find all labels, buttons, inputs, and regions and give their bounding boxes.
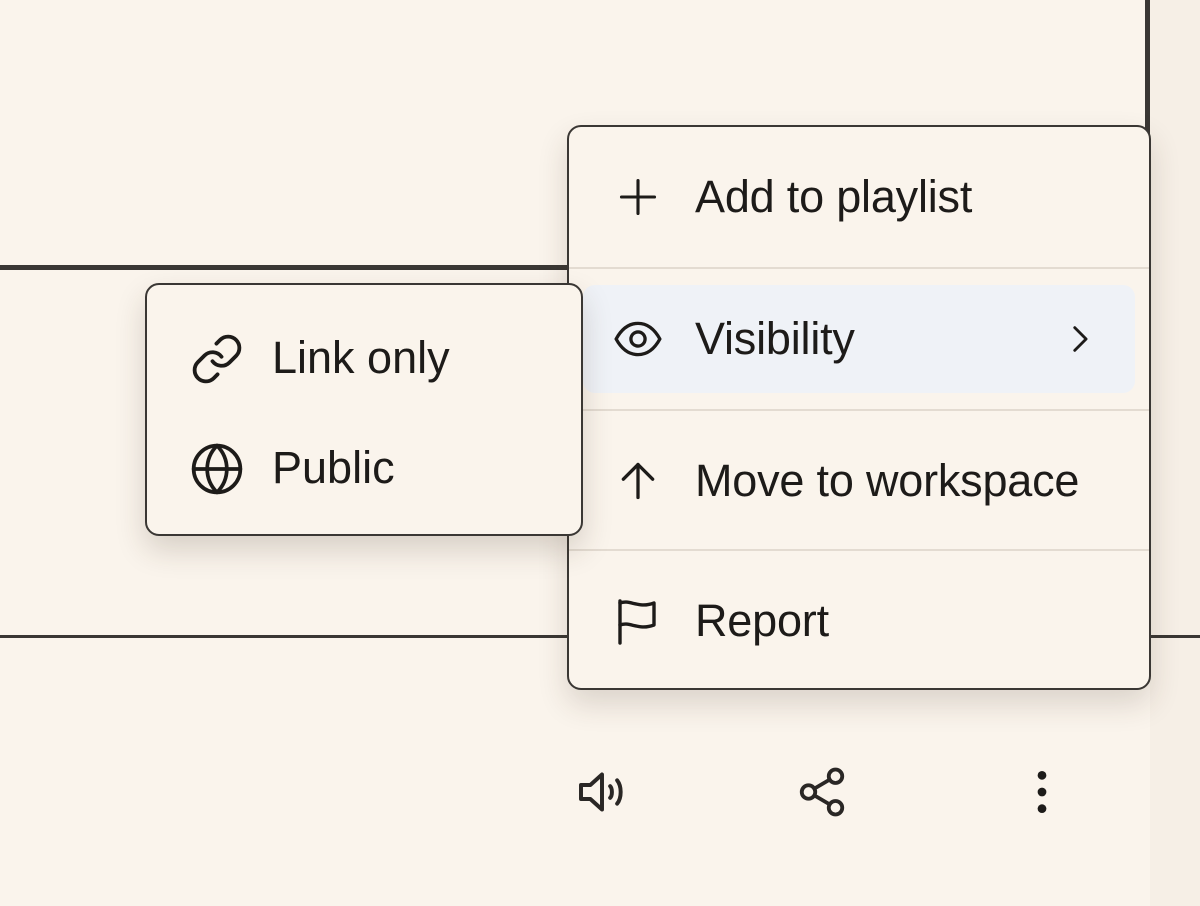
submenu-item-public[interactable]: Public (147, 411, 581, 521)
submenu-item-link-only[interactable]: Link only (147, 301, 581, 411)
link-icon (189, 331, 245, 387)
chevron-right-icon (1059, 319, 1099, 359)
menu-item-label: Move to workspace (695, 455, 1080, 506)
more-vertical-icon (1017, 767, 1067, 817)
page: Add to playlist Visibility Move to works… (0, 0, 1200, 906)
menu-item-move-to-workspace[interactable]: Move to workspace (569, 411, 1149, 551)
options-menu: Add to playlist Visibility Move to works… (567, 125, 1151, 690)
menu-item-visibility[interactable]: Visibility (569, 269, 1149, 409)
menu-item-label: Visibility (695, 313, 855, 364)
arrow-up-icon (613, 456, 663, 506)
menu-item-label: Add to playlist (695, 171, 973, 222)
submenu-item-label: Link only (272, 332, 450, 383)
side-panel-edge (1150, 0, 1200, 906)
volume-icon (574, 764, 630, 820)
share-icon (795, 765, 849, 819)
eye-icon (613, 314, 663, 364)
more-options-button[interactable] (1010, 760, 1074, 824)
flag-icon (613, 596, 663, 646)
visibility-submenu: Link only Public (145, 283, 583, 536)
globe-icon (189, 441, 245, 497)
plus-icon (613, 172, 663, 222)
menu-item-report[interactable]: Report (569, 551, 1149, 688)
submenu-item-label: Public (272, 442, 395, 493)
share-button[interactable] (790, 760, 854, 824)
menu-item-label: Report (695, 595, 829, 646)
menu-item-add-to-playlist[interactable]: Add to playlist (569, 127, 1149, 267)
volume-button[interactable] (570, 760, 634, 824)
